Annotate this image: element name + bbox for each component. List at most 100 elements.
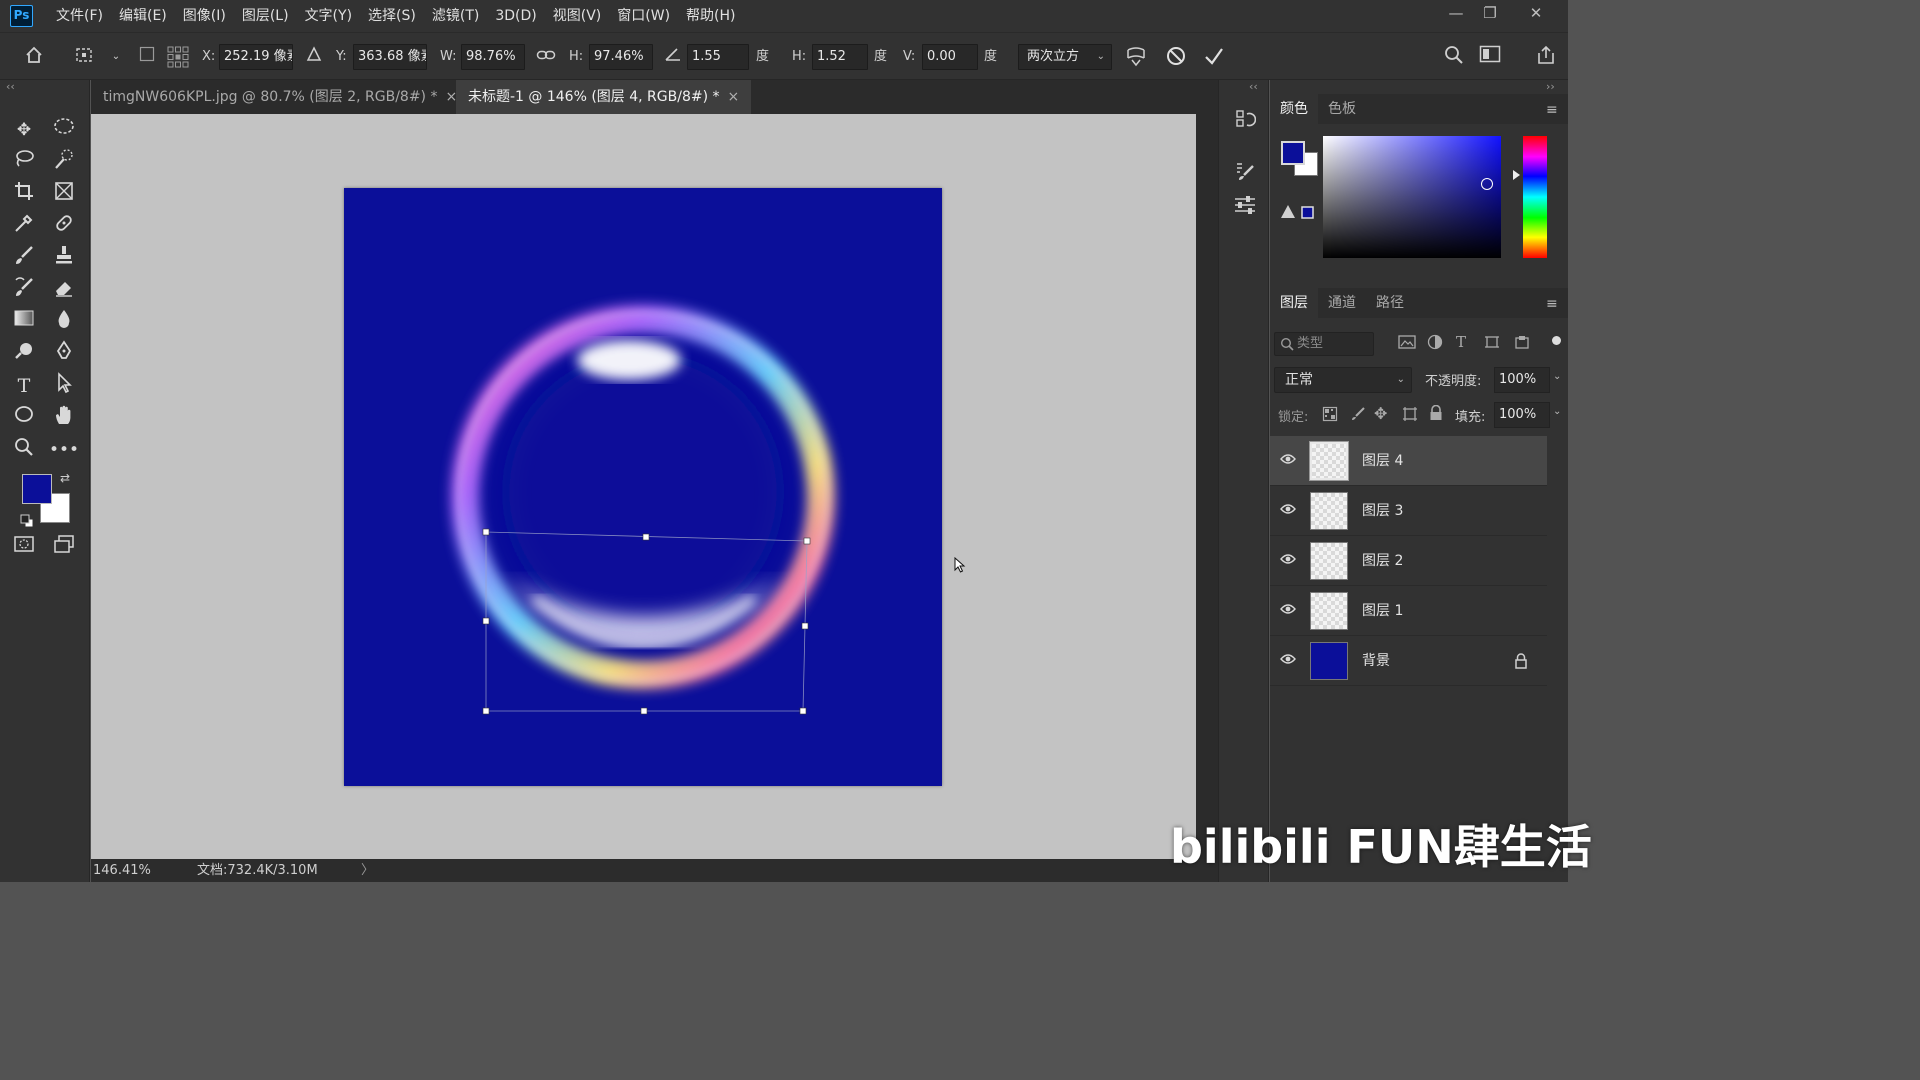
elliptical-marquee-tool-icon[interactable] <box>49 116 79 144</box>
default-colors-icon[interactable] <box>20 514 34 528</box>
filter-smart-object-icon[interactable] <box>1514 334 1532 352</box>
menu-layer[interactable]: 图层(L) <box>234 0 297 32</box>
gamut-warning-icon[interactable] <box>1280 204 1314 220</box>
layer-name[interactable]: 图层 2 <box>1362 551 1403 571</box>
chevron-down-icon[interactable]: ⌄ <box>1553 406 1561 417</box>
color-picker-field[interactable] <box>1323 136 1501 258</box>
eye-icon[interactable] <box>1278 551 1298 571</box>
history-panel-icon[interactable] <box>1231 108 1259 136</box>
reference-point-checkbox[interactable] <box>135 45 159 69</box>
layer-name[interactable]: 图层 1 <box>1362 601 1403 621</box>
quick-mask-icon[interactable] <box>9 534 39 562</box>
layer-row-2[interactable]: 图层 2 <box>1270 536 1547 586</box>
brush-settings-icon[interactable] <box>1231 160 1259 188</box>
reference-point-grid-icon[interactable] <box>166 45 190 69</box>
search-icon[interactable] <box>1442 45 1466 69</box>
menu-window[interactable]: 窗口(W) <box>609 0 678 32</box>
cancel-transform-icon[interactable] <box>1164 45 1188 69</box>
rotation-field[interactable]: 1.55 <box>687 44 749 70</box>
collapse-toolbar-icon[interactable]: ‹‹ <box>6 80 15 93</box>
layer-row-4[interactable]: 图层 4 <box>1270 436 1547 486</box>
lock-image-pixels-icon[interactable] <box>1350 406 1366 422</box>
document-canvas[interactable] <box>344 188 942 786</box>
zoom-level[interactable]: 146.41% <box>93 859 151 882</box>
eye-icon[interactable] <box>1278 501 1298 521</box>
history-brush-tool-icon[interactable] <box>9 276 39 304</box>
close-tab-icon[interactable]: × <box>728 89 740 105</box>
type-tool-icon[interactable]: T <box>9 372 39 400</box>
tab-timg[interactable]: timgNW606KPL.jpg @ 80.7% (图层 2, RGB/8#) … <box>91 80 469 114</box>
eye-icon[interactable] <box>1278 451 1298 471</box>
layer-name[interactable]: 图层 3 <box>1362 501 1403 521</box>
status-menu-arrow-icon[interactable]: 〉 <box>361 859 374 882</box>
interpolation-select[interactable]: 两次立方 ⌄ <box>1018 44 1112 70</box>
lock-transparency-icon[interactable] <box>1322 406 1338 422</box>
chevron-down-icon[interactable]: ⌄ <box>1553 371 1561 382</box>
x-position-field[interactable]: 252.19 像素 <box>219 44 293 70</box>
ellipse-tool-icon[interactable] <box>9 404 39 432</box>
restore-button[interactable]: ❐ <box>1470 0 1510 28</box>
filter-shape-icon[interactable] <box>1484 334 1502 352</box>
layer-name[interactable]: 背景 <box>1362 651 1390 671</box>
foreground-color-chip[interactable] <box>1281 141 1305 165</box>
color-panel-menu-icon[interactable]: ≡ <box>1546 102 1558 118</box>
menu-type[interactable]: 文字(Y) <box>297 0 360 32</box>
opacity-field[interactable]: 100% <box>1494 367 1550 393</box>
foreground-color-swatch[interactable] <box>22 474 52 504</box>
crop-tool-icon[interactable] <box>9 180 39 208</box>
transform-tool-icon[interactable] <box>72 45 96 69</box>
gradient-tool-icon[interactable] <box>9 308 39 336</box>
quick-selection-tool-icon[interactable] <box>49 148 79 176</box>
menu-view[interactable]: 视图(V) <box>545 0 610 32</box>
screen-mode-icon[interactable] <box>49 534 79 562</box>
eraser-tool-icon[interactable] <box>49 276 79 304</box>
tab-channels[interactable]: 通道 <box>1318 288 1366 318</box>
path-selection-tool-icon[interactable] <box>49 372 79 400</box>
chevron-down-icon[interactable]: ⌄ <box>104 45 128 69</box>
dodge-tool-icon[interactable] <box>9 340 39 368</box>
clone-stamp-tool-icon[interactable] <box>49 244 79 272</box>
photoshop-logo[interactable]: Ps <box>10 5 33 27</box>
brush-tool-icon[interactable] <box>9 244 39 272</box>
blend-mode-select[interactable]: 正常 ⌄ <box>1274 367 1412 393</box>
filter-toggle-icon[interactable] <box>1552 336 1561 345</box>
lock-position-icon[interactable]: ✥ <box>1374 405 1392 423</box>
eye-icon[interactable] <box>1278 651 1298 671</box>
layers-panel-menu-icon[interactable]: ≡ <box>1546 296 1558 312</box>
link-icon[interactable] <box>534 45 558 69</box>
filter-adjustment-icon[interactable] <box>1427 334 1445 352</box>
eyedropper-tool-icon[interactable] <box>9 212 39 240</box>
frame-tool-icon[interactable] <box>49 180 79 208</box>
warp-mode-icon[interactable] <box>1124 45 1148 69</box>
adjustments-icon[interactable] <box>1231 194 1259 222</box>
fill-field[interactable]: 100% <box>1494 402 1550 428</box>
close-window-button[interactable]: ✕ <box>1516 0 1556 28</box>
hand-tool-icon[interactable] <box>49 404 79 432</box>
workspace-scrollbar[interactable] <box>1196 114 1218 859</box>
horizontal-skew-field[interactable]: 1.52 <box>812 44 868 70</box>
share-icon[interactable] <box>1534 45 1558 69</box>
lasso-tool-icon[interactable] <box>9 148 39 176</box>
color-picker-marker[interactable] <box>1481 178 1493 190</box>
menu-file[interactable]: 文件(F) <box>48 0 111 32</box>
menu-help[interactable]: 帮助(H) <box>678 0 743 32</box>
pen-tool-icon[interactable] <box>49 340 79 368</box>
tab-layers[interactable]: 图层 <box>1270 288 1318 318</box>
menu-image[interactable]: 图像(I) <box>175 0 234 32</box>
collapse-panels-icon[interactable]: ›› <box>1546 80 1555 93</box>
tab-paths[interactable]: 路径 <box>1366 288 1414 318</box>
hue-slider-marker[interactable] <box>1513 170 1520 180</box>
layer-row-3[interactable]: 图层 3 <box>1270 486 1547 536</box>
y-position-field[interactable]: 363.68 像素 <box>353 44 427 70</box>
layer-name[interactable]: 图层 4 <box>1362 451 1403 471</box>
menu-edit[interactable]: 编辑(E) <box>111 0 175 32</box>
vertical-skew-field[interactable]: 0.00 <box>922 44 978 70</box>
height-field[interactable]: 97.46% <box>589 44 653 70</box>
menu-select[interactable]: 选择(S) <box>360 0 424 32</box>
workspace-icon[interactable] <box>1478 45 1502 69</box>
hue-slider[interactable] <box>1523 136 1547 258</box>
menu-3d[interactable]: 3D(D) <box>487 0 544 32</box>
zoom-tool-icon[interactable] <box>9 436 39 464</box>
layer-row-1[interactable]: 图层 1 <box>1270 586 1547 636</box>
layer-row-background[interactable]: 背景 <box>1270 636 1547 686</box>
